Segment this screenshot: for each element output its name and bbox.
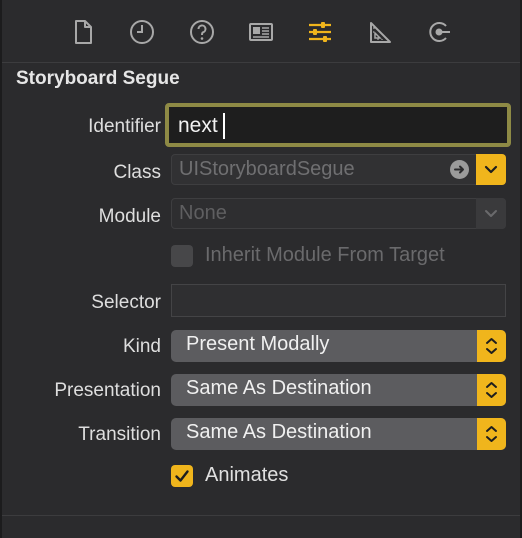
left-border <box>0 0 2 538</box>
file-icon[interactable] <box>67 16 99 48</box>
class-label: Class <box>113 162 161 183</box>
identifier-label: Identifier <box>88 116 161 137</box>
presentation-popup-arrows-icon <box>477 374 506 406</box>
bottom-divider <box>2 515 520 516</box>
module-label: Module <box>98 206 161 227</box>
transition-label: Transition <box>78 424 161 445</box>
module-dropdown-button[interactable] <box>476 198 506 229</box>
module-combobox[interactable]: None <box>171 198 506 229</box>
presentation-value: Same As Destination <box>186 377 372 399</box>
selector-field[interactable] <box>171 284 506 317</box>
section-title: Storyboard Segue <box>16 68 180 89</box>
attributes-icon[interactable] <box>304 16 336 48</box>
module-value: None <box>179 202 227 224</box>
kind-value: Present Modally <box>186 333 330 355</box>
identifier-field[interactable] <box>165 103 511 147</box>
animates-checkbox[interactable] <box>171 465 193 487</box>
help-icon[interactable] <box>186 16 218 48</box>
transition-popup[interactable]: Same As Destination <box>171 418 506 450</box>
presentation-label: Presentation <box>54 380 161 401</box>
size-icon[interactable] <box>364 16 396 48</box>
kind-popup[interactable]: Present Modally <box>171 330 506 362</box>
text-caret <box>223 113 225 139</box>
kind-label: Kind <box>122 336 161 357</box>
class-combobox[interactable]: UIStoryboardSegue <box>171 154 506 185</box>
transition-popup-arrows-icon <box>477 418 506 450</box>
transition-value: Same As Destination <box>186 421 372 443</box>
attributes-inspector: Storyboard Segue Identifier Class UIStor… <box>0 0 522 538</box>
selector-label: Selector <box>91 292 161 313</box>
identity-icon[interactable] <box>245 16 277 48</box>
animates-label: Animates <box>205 464 289 486</box>
presentation-popup[interactable]: Same As Destination <box>171 374 506 406</box>
class-dropdown-button[interactable] <box>476 154 506 185</box>
inherit-module-label: Inherit Module From Target <box>205 244 445 266</box>
class-value: UIStoryboardSegue <box>179 158 355 180</box>
connections-icon[interactable] <box>423 16 455 48</box>
kind-popup-arrows-icon <box>477 330 506 362</box>
history-icon[interactable] <box>126 16 158 48</box>
identifier-input[interactable] <box>169 107 507 143</box>
go-to-class-icon[interactable] <box>450 160 469 179</box>
inspector-toolbar <box>2 0 520 63</box>
inherit-module-checkbox[interactable] <box>171 245 193 267</box>
